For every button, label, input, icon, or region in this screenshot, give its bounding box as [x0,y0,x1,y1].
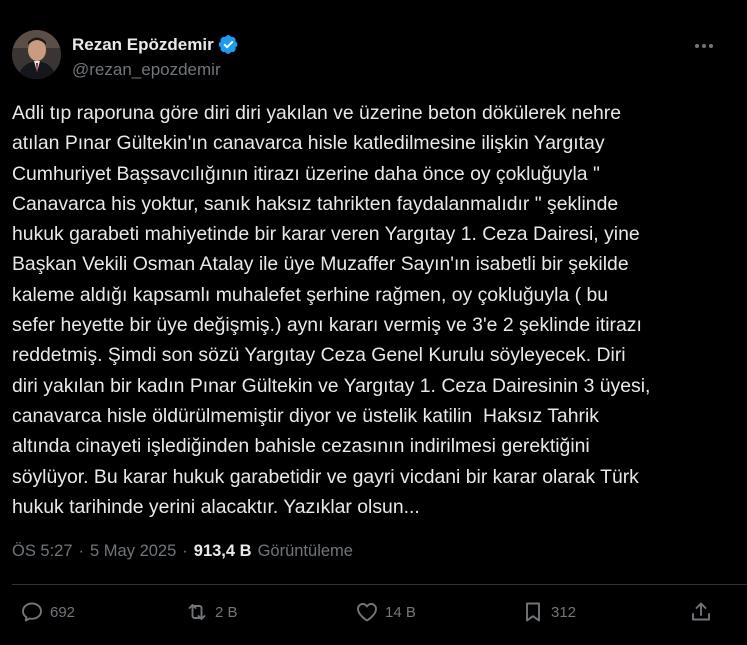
author-name-row: Rezan Epözdemir [72,34,239,55]
tweet-text: Adli tıp raporuna göre diri diri yakılan… [12,102,651,518]
reply-icon [22,602,42,622]
like-count: 14 B [385,603,416,621]
verified-badge-icon [218,34,239,55]
tweet-date[interactable]: 5 May 2025 [90,542,176,561]
share-button[interactable] [689,600,713,624]
tweet-meta: ÖS 5:27 · 5 May 2025 · 913,4 B Görüntüle… [12,542,353,561]
more-dots-icon[interactable] [689,36,719,56]
tweet: Rezan Epözdemir @rezan_epozdemir Adli tı… [0,0,747,645]
divider [12,584,747,585]
bookmark-icon [526,602,540,622]
reply-button[interactable]: 692 [20,600,75,624]
retweet-count: 2 B [215,603,238,621]
views-label: Görüntüleme [257,542,353,560]
bookmark-button[interactable]: 312 [521,600,576,624]
avatar-image [12,30,61,79]
views-count: 913,4 B [193,542,252,560]
share-icon [692,602,710,621]
tweet-header: Rezan Epözdemir @rezan_epozdemir [12,30,731,82]
meta-separator: · [78,542,85,560]
meta-separator: · [182,542,188,560]
heart-icon [357,603,377,622]
author-name[interactable]: Rezan Epözdemir [72,35,214,55]
reply-count: 692 [50,603,76,621]
retweet-icon [188,604,206,620]
author-handle[interactable]: @rezan_epozdemir [72,60,221,80]
retweet-button[interactable]: 2 B [185,600,238,624]
like-button[interactable]: 14 B [355,600,416,624]
bookmark-count: 312 [551,603,577,621]
avatar[interactable] [12,30,61,79]
action-bar: 692 2 B 14 B 312 [0,600,747,634]
tweet-time[interactable]: ÖS 5:27 [12,542,73,561]
